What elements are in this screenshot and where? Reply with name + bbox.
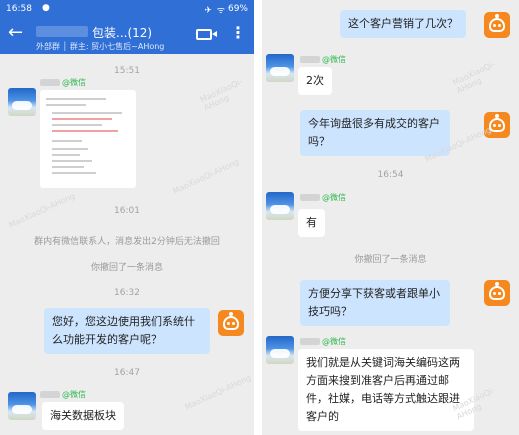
- sender-avatar[interactable]: [8, 392, 36, 420]
- redacted-group-name: [36, 26, 88, 37]
- incoming-message[interactable]: 海关数据板块: [42, 402, 124, 430]
- sender-name: @微信: [300, 192, 346, 203]
- self-avatar[interactable]: [484, 12, 510, 38]
- sender-avatar[interactable]: [266, 192, 294, 220]
- sender-name: @微信: [300, 336, 346, 347]
- self-avatar[interactable]: [218, 310, 244, 336]
- wechat-tag: @微信: [62, 390, 86, 399]
- wechat-tag: @微信: [62, 78, 86, 87]
- battery-level: 69%: [227, 4, 248, 14]
- signal-icons: ✈ ᯤ: [204, 6, 226, 16]
- chat-header: ← 包装...(12) 外部群 │ 群主: 贸小七售后~AHong ⋮: [0, 20, 254, 54]
- wechat-tag: @微信: [322, 337, 346, 346]
- outgoing-message[interactable]: 这个客户营销了几次？: [340, 10, 466, 38]
- wechat-tag: @微信: [322, 193, 346, 202]
- video-call-icon[interactable]: [196, 29, 217, 40]
- watermark: MaoXiaoQi-AHong: [171, 157, 241, 196]
- notification-dot-icon: ●: [42, 3, 50, 13]
- sender-name: @微信: [40, 389, 86, 400]
- sender-avatar[interactable]: [8, 88, 36, 116]
- sender-name: @微信: [300, 54, 346, 65]
- status-bar: 16:58 ● ✈ ᯤ 69%: [0, 0, 254, 20]
- outgoing-message[interactable]: 方便分享下获客或者跟单小技巧吗？: [300, 280, 450, 326]
- timestamp: 15:51: [114, 66, 140, 76]
- watermark: MaoXiaoQi-AHong: [198, 76, 244, 113]
- watermark: MaoXiaoQi-AHong: [451, 59, 497, 96]
- incoming-message[interactable]: 有: [298, 209, 325, 237]
- self-avatar[interactable]: [484, 280, 510, 306]
- timestamp: 16:54: [377, 170, 404, 180]
- timestamp: 16:32: [114, 288, 140, 298]
- system-notice-recalled: 你撤回了一条消息: [354, 255, 427, 265]
- wechat-tag: @微信: [322, 55, 346, 64]
- left-chat-screenshot: 16:58 ● ✈ ᯤ 69% ← 包装...(12) 外部群 │ 群主: 贸小…: [0, 0, 254, 435]
- outgoing-message[interactable]: 您好，您这边使用我们系统什么功能开发的客户呢？: [44, 308, 210, 354]
- chat-title[interactable]: 包装...(12): [92, 24, 152, 41]
- system-notice-recalled: 你撤回了一条消息: [90, 263, 163, 273]
- status-time: 16:58: [6, 4, 32, 14]
- incoming-message[interactable]: 2次: [298, 67, 332, 95]
- system-notice: 群内有微信联系人，消息发出2分钟后无法撤回: [34, 237, 220, 247]
- more-menu-icon[interactable]: ⋮: [230, 25, 246, 41]
- chat-subtitle: 外部群 │ 群主: 贸小七售后~AHong: [36, 42, 165, 51]
- sender-avatar[interactable]: [266, 54, 294, 82]
- incoming-message[interactable]: 我们就是从关键词海关编码这两方面来搜到准客户后再通过邮件，社媒，电话等方式触达跟…: [298, 349, 474, 431]
- outgoing-message[interactable]: 今年询盘很多有成交的客户吗？: [300, 110, 450, 156]
- right-chat-screenshot: 这个客户营销了几次？ @微信 2次 今年询盘很多有成交的客户吗？ 16:54 @…: [262, 0, 519, 435]
- image-message-thumbnail[interactable]: [40, 90, 136, 188]
- back-arrow-icon[interactable]: ←: [8, 24, 23, 42]
- timestamp: 16:47: [114, 368, 140, 378]
- sender-avatar[interactable]: [266, 336, 294, 364]
- watermark: MaoXiaoQi-AHong: [183, 373, 253, 412]
- sender-name: @微信: [40, 77, 86, 88]
